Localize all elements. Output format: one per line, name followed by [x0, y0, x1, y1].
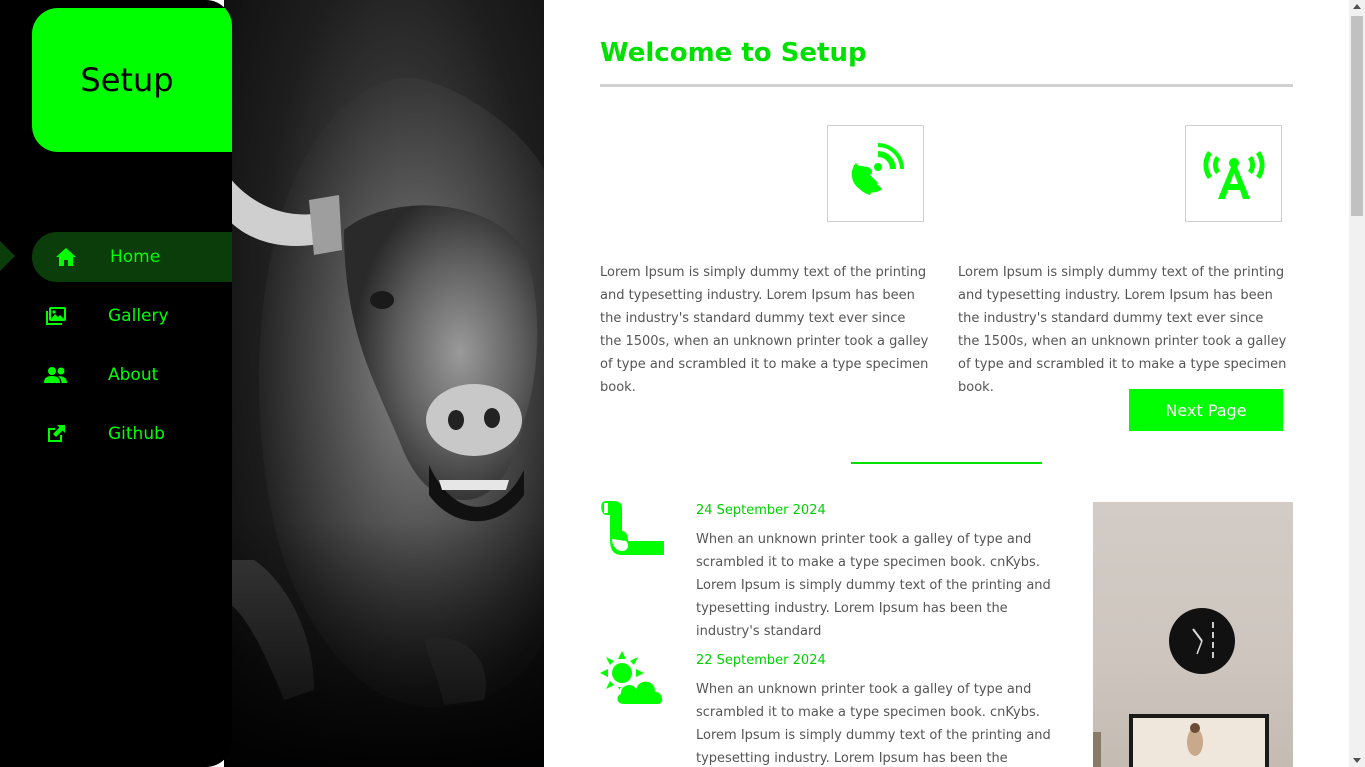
post-date-1: 24 September 2024 — [696, 503, 826, 518]
brand-name: Setup — [80, 61, 174, 99]
page-title: Welcome to Setup — [600, 38, 867, 68]
nav-label-gallery: Gallery — [108, 306, 169, 326]
nav-item-github[interactable]: Github — [32, 409, 232, 459]
title-underline — [600, 84, 1293, 87]
nav-label-about: About — [108, 365, 159, 385]
nav-item-gallery[interactable]: Gallery — [32, 291, 232, 341]
post-text-1: When an unknown printer took a galley of… — [696, 532, 1051, 639]
gallery-icon — [44, 304, 68, 328]
satellite-dish-icon — [848, 143, 904, 204]
feature-text-1: Lorem Ipsum is simply dummy text of the … — [600, 265, 929, 395]
next-page-button[interactable]: Next Page — [1129, 389, 1283, 431]
home-icon — [54, 245, 78, 269]
active-indicator — [0, 241, 15, 271]
room-photo — [1093, 502, 1293, 767]
scroll-down-arrow-icon[interactable] — [1353, 758, 1361, 763]
brand-logo[interactable]: Setup — [32, 8, 232, 152]
broadcast-tower-icon — [1202, 143, 1266, 204]
scrollbar-thumb[interactable] — [1351, 16, 1363, 216]
section-divider — [851, 462, 1042, 464]
nav-item-home[interactable]: Home — [32, 232, 232, 282]
scroll-icon — [600, 501, 666, 557]
bull-image — [224, 0, 544, 767]
nav-label-github: Github — [108, 424, 165, 444]
feature-icon-box-1 — [827, 125, 924, 222]
cloud-sun-icon — [600, 651, 666, 707]
feature-icon-box-2 — [1185, 125, 1282, 222]
scroll-up-arrow-icon[interactable] — [1353, 4, 1361, 9]
post-date-2: 22 September 2024 — [696, 653, 826, 668]
external-link-icon — [44, 422, 68, 446]
main-content: Welcome to Setup Lorem Ipsum is simply d… — [544, 0, 1349, 767]
nav-item-about[interactable]: About — [32, 350, 232, 400]
scrollbar[interactable] — [1349, 0, 1365, 767]
post-text-2: When an unknown printer took a galley of… — [696, 682, 1051, 766]
feature-text-2: Lorem Ipsum is simply dummy text of the … — [958, 265, 1287, 395]
nav-label-home: Home — [110, 247, 161, 267]
users-icon — [44, 363, 68, 387]
sidebar: Setup Home Gallery About Github — [0, 0, 232, 767]
